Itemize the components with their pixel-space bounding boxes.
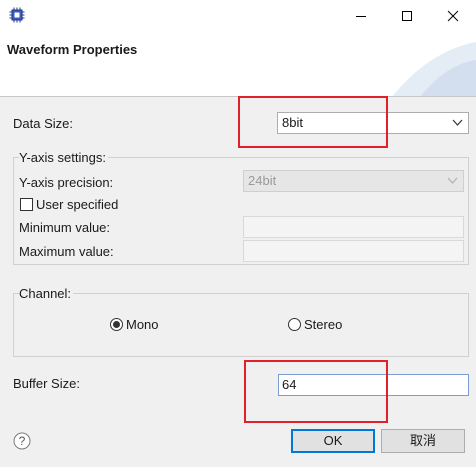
close-button[interactable] bbox=[430, 0, 476, 32]
mono-radio[interactable] bbox=[110, 318, 123, 331]
title-bar bbox=[0, 0, 476, 32]
buffer-size-label: Buffer Size: bbox=[13, 376, 80, 391]
chevron-down-icon bbox=[447, 177, 458, 184]
yaxis-precision-select[interactable]: 24bit bbox=[243, 170, 464, 192]
cancel-button[interactable]: 取消 bbox=[381, 429, 465, 453]
chevron-down-icon bbox=[452, 119, 463, 126]
dialog-header: Waveform Properties bbox=[0, 32, 476, 97]
channel-label: Channel: bbox=[19, 286, 74, 301]
svg-text:?: ? bbox=[19, 434, 26, 448]
minimum-value-field[interactable] bbox=[243, 216, 464, 238]
channel-group bbox=[13, 293, 469, 357]
stereo-label: Stereo bbox=[304, 317, 343, 332]
minimize-icon bbox=[356, 16, 366, 17]
user-specified-checkbox[interactable] bbox=[20, 198, 33, 211]
mono-label: Mono bbox=[126, 317, 159, 332]
yaxis-precision-label: Y-axis precision: bbox=[19, 175, 114, 190]
ok-button[interactable]: OK bbox=[291, 429, 375, 453]
minimize-button[interactable] bbox=[338, 0, 384, 32]
maximize-icon bbox=[402, 11, 412, 21]
maximize-button[interactable] bbox=[384, 0, 430, 32]
stereo-radio[interactable] bbox=[288, 318, 301, 331]
data-size-select[interactable]: 8bit bbox=[277, 112, 469, 134]
data-size-value: 8bit bbox=[282, 115, 303, 130]
maximum-value-field[interactable] bbox=[243, 240, 464, 262]
minimum-value-label: Minimum value: bbox=[19, 220, 111, 235]
data-size-label: Data Size: bbox=[13, 116, 73, 131]
yaxis-precision-value: 24bit bbox=[248, 173, 277, 188]
buffer-size-input[interactable]: 64 bbox=[278, 374, 469, 396]
user-specified-label: User specified bbox=[36, 197, 119, 212]
maximum-value-label: Maximum value: bbox=[19, 244, 114, 259]
close-icon bbox=[447, 10, 459, 22]
chip-icon bbox=[9, 7, 25, 23]
help-icon[interactable]: ? bbox=[13, 432, 31, 450]
dialog-title: Waveform Properties bbox=[7, 42, 138, 57]
yaxis-settings-label: Y-axis settings: bbox=[19, 150, 108, 165]
